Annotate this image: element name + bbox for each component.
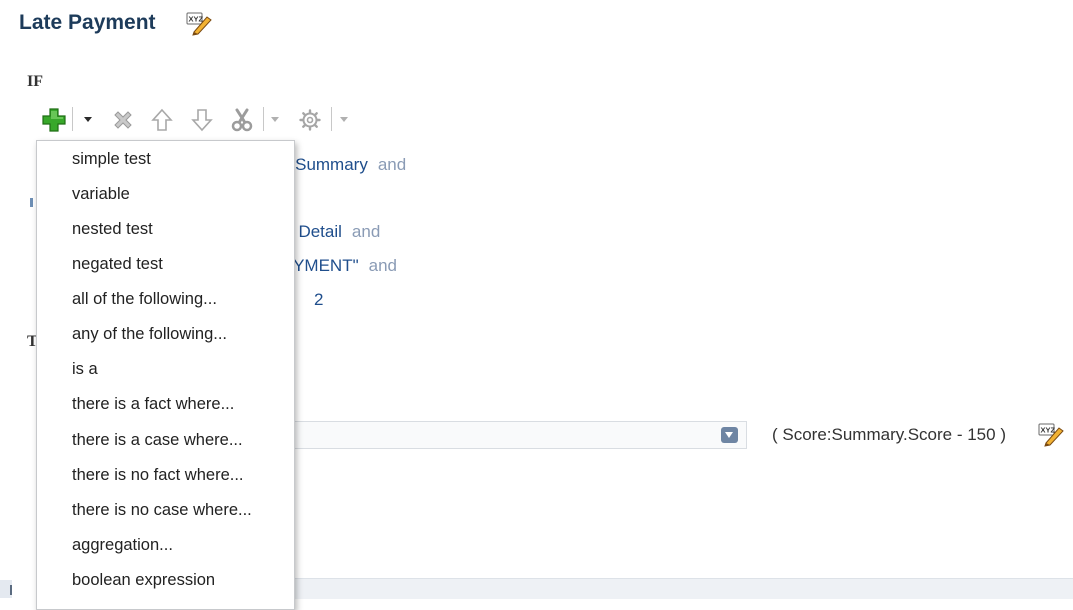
menu-item-any-of-following[interactable]: any of the following...	[72, 325, 227, 344]
menu-item-case-where[interactable]: there is a case where...	[72, 431, 243, 450]
and-keyword: and	[377, 155, 407, 174]
action-target-select[interactable]	[250, 421, 747, 449]
svg-text:XYZ: XYZ	[189, 15, 204, 24]
add-dropdown-arrow-icon[interactable]	[80, 106, 96, 134]
condition-line-4[interactable]: 2	[314, 290, 323, 310]
rule-title: Late Payment	[19, 11, 156, 34]
menu-item-negated-test[interactable]: negated test	[72, 255, 163, 274]
add-condition-menu: simple test variable nested test negated…	[36, 140, 295, 610]
move-down-icon[interactable]	[188, 106, 216, 134]
menu-item-fact-where[interactable]: there is a fact where...	[72, 395, 234, 414]
condition-line-2[interactable]: t Detail and	[289, 222, 380, 242]
and-keyword: and	[351, 222, 381, 241]
and-keyword: and	[368, 256, 397, 275]
menu-item-no-case-where[interactable]: there is no case where...	[72, 501, 252, 520]
add-icon[interactable]	[39, 106, 69, 134]
gear-dropdown-arrow-icon[interactable]	[336, 106, 352, 134]
bottom-panel-band	[295, 578, 1073, 599]
cut-icon[interactable]	[226, 106, 258, 134]
condition-line-3[interactable]: AYMENT" and	[283, 256, 397, 276]
menu-item-aggregation[interactable]: aggregation...	[72, 536, 173, 555]
select-dropdown-icon[interactable]	[721, 427, 738, 443]
edit-expression-icon[interactable]: XYZ	[185, 10, 213, 36]
menu-item-nested-test[interactable]: nested test	[72, 220, 153, 239]
condition-text[interactable]: t Detail	[289, 222, 342, 241]
delete-icon[interactable]	[106, 106, 140, 134]
cut-dropdown-arrow-icon[interactable]	[267, 106, 283, 134]
move-up-icon[interactable]	[148, 106, 176, 134]
menu-item-is-a[interactable]: is a	[72, 360, 98, 379]
menu-item-boolean-expression[interactable]: boolean expression	[72, 571, 215, 590]
svg-text:XYZ: XYZ	[1041, 426, 1056, 435]
menu-item-no-fact-where[interactable]: there is no fact where...	[72, 466, 244, 485]
if-section-label: IF	[27, 73, 43, 90]
tree-expander-fragment	[30, 198, 33, 207]
gear-icon[interactable]	[296, 106, 324, 134]
action-expression[interactable]: ( Score:Summary.Score - 150 )	[772, 425, 1006, 445]
condition-value[interactable]: 2	[314, 290, 323, 309]
panel-edge	[0, 580, 12, 598]
edit-expression-icon[interactable]: XYZ	[1037, 421, 1065, 447]
condition-line-1[interactable]: rt Summary and	[280, 155, 406, 175]
menu-item-simple-test[interactable]: simple test	[72, 150, 151, 169]
menu-item-variable[interactable]: variable	[72, 185, 130, 204]
menu-item-all-of-following[interactable]: all of the following...	[72, 290, 217, 309]
